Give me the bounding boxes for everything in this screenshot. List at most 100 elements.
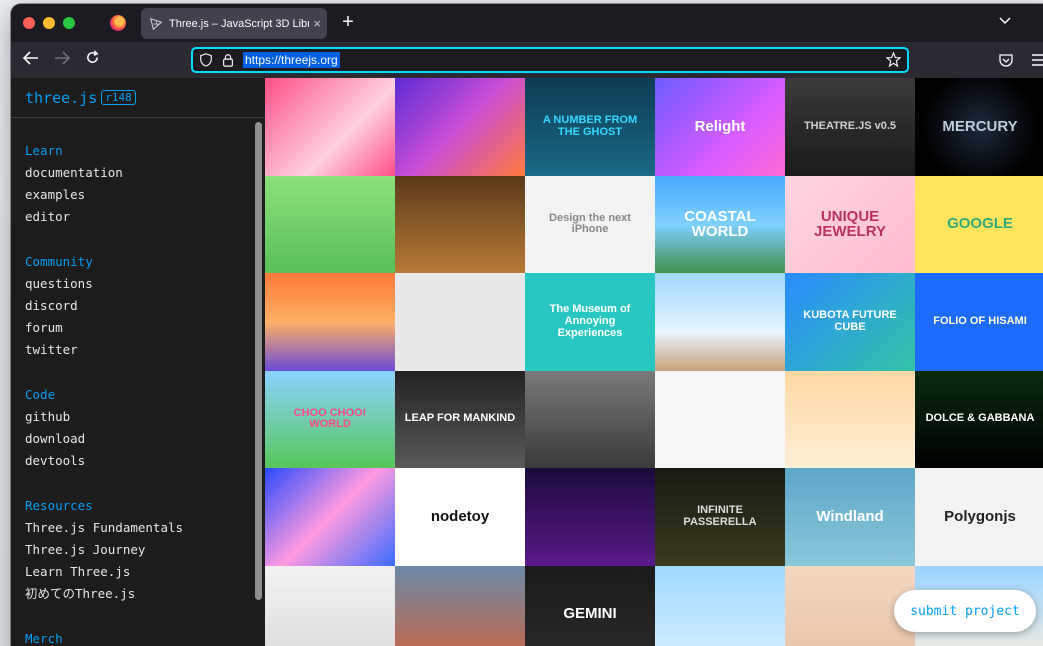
project-tile[interactable]: [395, 273, 525, 371]
project-tile[interactable]: GOOGLE: [915, 175, 1043, 273]
project-tile[interactable]: [265, 468, 395, 566]
nav-link[interactable]: documentation: [25, 162, 265, 184]
nav-link[interactable]: forum: [25, 317, 265, 339]
revision-badge[interactable]: r148: [101, 90, 136, 105]
nav-link[interactable]: Learn Three.js: [25, 561, 265, 583]
project-tile[interactable]: Polygonjs: [915, 468, 1043, 566]
tab-title: Three.js – JavaScript 3D Library: [169, 17, 310, 30]
nav-heading: Code: [25, 387, 56, 402]
project-tile[interactable]: INFINITE PASSERELLA: [655, 468, 785, 566]
minimize-window-button[interactable]: [43, 17, 55, 29]
project-tile[interactable]: Design the next iPhone: [525, 175, 655, 273]
star-icon[interactable]: [886, 52, 901, 67]
project-tile[interactable]: [785, 370, 915, 468]
project-title: Polygonjs: [944, 507, 1016, 525]
nav-link[interactable]: discord: [25, 295, 265, 317]
nav-section-resources: Resources Three.js Fundamentals Three.js J…: [11, 495, 265, 605]
project-tile[interactable]: CHOO CHOO! WORLD: [265, 370, 395, 468]
project-tile[interactable]: Windland: [785, 468, 915, 566]
nav-link[interactable]: editor: [25, 206, 265, 228]
project-title: LEAP FOR MANKIND: [404, 412, 516, 425]
close-window-button[interactable]: [23, 17, 35, 29]
arrow-right-icon: [55, 51, 71, 65]
project-tile[interactable]: UNIQUE JEWELRY: [785, 175, 915, 273]
project-title: GEMINI: [563, 605, 617, 623]
project-tile[interactable]: Relight: [655, 78, 785, 176]
brand-link[interactable]: three.js: [25, 89, 97, 107]
project-title: INFINITE PASSERELLA: [683, 504, 757, 528]
nav-link[interactable]: devtools: [25, 450, 265, 472]
project-tile[interactable]: [395, 78, 525, 176]
sidebar-scrollbar[interactable]: [255, 122, 262, 600]
url-text[interactable]: https://threejs.org: [243, 52, 340, 68]
project-tile[interactable]: [655, 370, 785, 468]
tab-threejs[interactable]: Three.js – JavaScript 3D Library ×: [141, 8, 327, 39]
project-title: THEATRE.JS v0.5: [803, 119, 897, 132]
project-title: DOLCE & GABBANA: [925, 412, 1035, 425]
pocket-icon[interactable]: [999, 54, 1013, 67]
nav-link[interactable]: 初めてのThree.js: [25, 583, 265, 605]
nav-section-community: Community questions discord forum twitter: [11, 251, 265, 361]
project-title: FOLIO OF HISAMI: [933, 314, 1027, 327]
sidebar-panel: three.js r148 Learn documentation examples e…: [11, 78, 265, 646]
project-title: Design the next iPhone: [549, 211, 631, 236]
brand-header: three.js r148: [11, 78, 265, 118]
chevron-down-icon[interactable]: [999, 14, 1011, 28]
forward-button[interactable]: [51, 50, 73, 70]
project-title: Windland: [816, 507, 884, 525]
project-title: Relight: [694, 117, 746, 135]
project-tile[interactable]: [655, 273, 785, 371]
project-tile[interactable]: [265, 565, 395, 646]
project-tile[interactable]: THEATRE.JS v0.5: [785, 78, 915, 176]
back-button[interactable]: [20, 50, 42, 70]
shield-icon[interactable]: [199, 53, 213, 67]
submit-project-button[interactable]: submit project: [894, 590, 1036, 632]
project-tile[interactable]: FOLIO OF HISAMI: [915, 273, 1043, 371]
project-tile[interactable]: A NUMBER FROM THE GHOST: [525, 78, 655, 176]
maximize-window-button[interactable]: [63, 17, 75, 29]
project-tile[interactable]: [265, 175, 395, 273]
address-bar[interactable]: https://threejs.org: [191, 47, 909, 73]
project-title: GOOGLE: [947, 215, 1013, 233]
nav-section-code: Code github download devtools: [11, 384, 265, 472]
project-tile[interactable]: GEMINI: [525, 565, 655, 646]
project-title: The Museum of Annoying Experiences: [549, 303, 631, 339]
nav-heading: Resources: [25, 498, 93, 513]
project-tile[interactable]: KUBOTA FUTURE CUBE: [785, 273, 915, 371]
nav-link[interactable]: questions: [25, 273, 265, 295]
lock-icon[interactable]: [221, 53, 235, 67]
title-bar: Three.js – JavaScript 3D Library × +: [11, 4, 1043, 42]
project-title: COASTAL WORLD: [684, 207, 756, 241]
nav-heading: Community: [25, 254, 93, 269]
project-tile[interactable]: [655, 565, 785, 646]
nav-link[interactable]: Three.js Journey: [25, 539, 265, 561]
project-tile[interactable]: [525, 468, 655, 566]
project-tile[interactable]: [395, 175, 525, 273]
project-tile[interactable]: [395, 565, 525, 646]
firefox-icon: [110, 15, 126, 31]
nav-link[interactable]: download: [25, 428, 265, 450]
project-tile[interactable]: DOLCE & GABBANA: [915, 370, 1043, 468]
nav-section-merch: Merch: [11, 628, 265, 646]
project-tile[interactable]: [265, 78, 395, 176]
project-tile[interactable]: LEAP FOR MANKIND: [395, 370, 525, 468]
reload-icon: [86, 50, 99, 63]
nav-link[interactable]: twitter: [25, 339, 265, 361]
project-tile[interactable]: MERCURY: [915, 78, 1043, 176]
project-title: KUBOTA FUTURE CUBE: [803, 309, 897, 333]
project-tile[interactable]: [265, 273, 395, 371]
nav-link[interactable]: github: [25, 406, 265, 428]
nav-link[interactable]: Three.js Fundamentals: [25, 517, 265, 539]
project-tile[interactable]: COASTAL WORLD: [655, 175, 785, 273]
new-tab-button[interactable]: +: [336, 10, 360, 34]
project-grid: A NUMBER FROM THE GHOST Relight THEATRE.JS…: [265, 78, 1043, 646]
tab-close-icon[interactable]: ×: [313, 16, 321, 31]
project-tile[interactable]: The Museum of Annoying Experiences: [525, 273, 655, 371]
project-title: A NUMBER FROM THE GHOST: [542, 114, 638, 138]
nav-link[interactable]: examples: [25, 184, 265, 206]
project-tile[interactable]: nodetoy: [395, 468, 525, 566]
nav-heading: Merch: [25, 631, 63, 646]
reload-button[interactable]: [81, 50, 103, 70]
menu-icon[interactable]: [1032, 54, 1043, 66]
project-tile[interactable]: [525, 370, 655, 468]
